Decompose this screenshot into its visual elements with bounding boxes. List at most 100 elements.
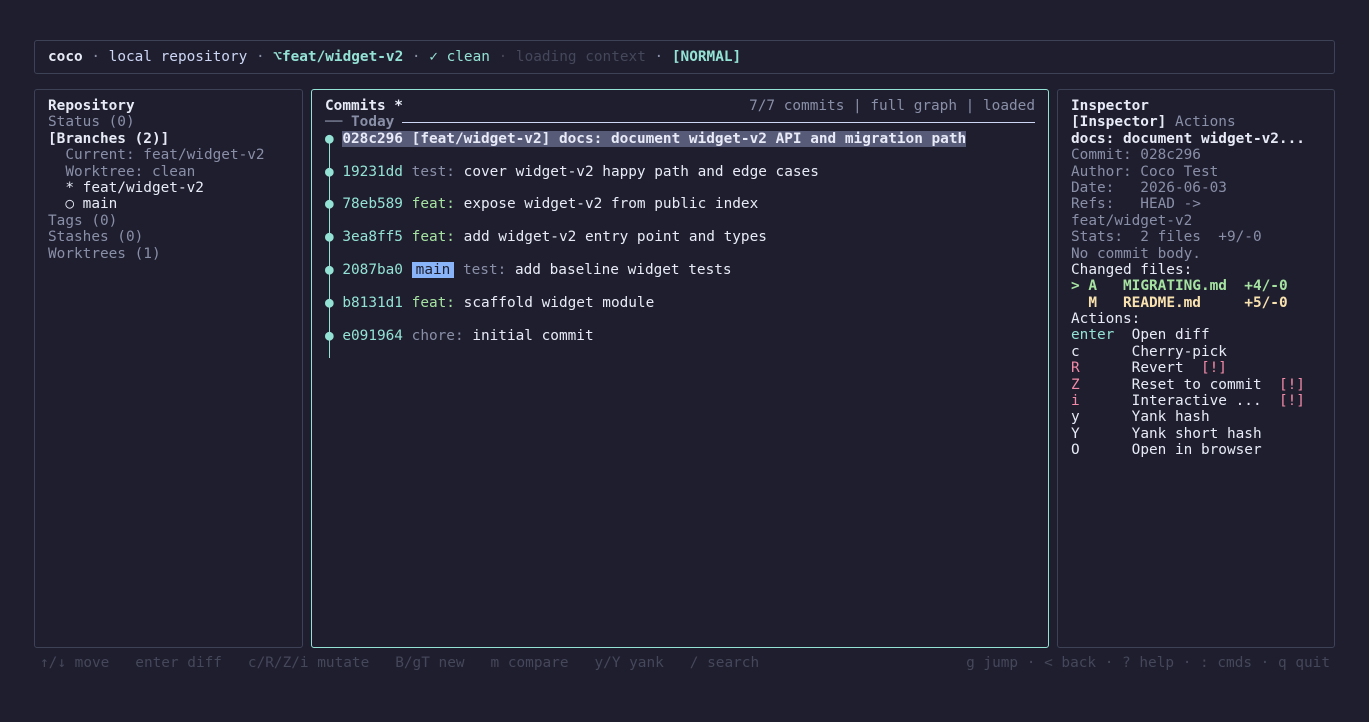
branch-item-main[interactable]: ○ main: [48, 196, 289, 212]
commit-row[interactable]: ● 028c296 [feat/widget-v2] docs: documen…: [325, 130, 1035, 164]
commit-hash: e091964: [342, 327, 403, 344]
tab-actions[interactable]: Actions: [1175, 114, 1236, 130]
commit-message: expose widget-v2 from public index: [463, 196, 759, 213]
sidebar-item-worktrees[interactable]: Worktrees (1): [48, 246, 289, 262]
commit-hash: 19231dd: [342, 163, 403, 180]
action-key: R: [1071, 360, 1080, 377]
date-group-label: ── Today: [325, 114, 395, 131]
sidebar-item-stashes[interactable]: Stashes (0): [48, 229, 289, 245]
action-yank-short-hash[interactable]: Y Yank short hash: [1071, 426, 1321, 442]
keybinding-footer: ↑/↓ move enter diff c/R/Z/i mutate B/gT …: [40, 655, 1330, 671]
sidebar-item-tags[interactable]: Tags (0): [48, 213, 289, 229]
tab-inspector[interactable]: [Inspector]: [1071, 114, 1166, 130]
warning-icon: [!]: [1200, 360, 1227, 377]
commit-row[interactable]: ● 78eb589 feat: expose widget-v2 from pu…: [325, 196, 1035, 229]
panel-title: Repository: [48, 98, 135, 114]
divider: [402, 122, 1035, 124]
action-label: Open diff: [1131, 327, 1210, 344]
commit-hash-detail: Commit: 028c296: [1071, 147, 1201, 164]
changed-file[interactable]: M README.md +5/-0: [1071, 295, 1321, 311]
action-open-diff[interactable]: enter Open diff: [1071, 327, 1321, 343]
action-interactive[interactable]: i Interactive ... [!]: [1071, 393, 1321, 409]
branch-item-feat-widget-v2[interactable]: * feat/widget-v2: [48, 180, 289, 196]
action-key: Z: [1071, 376, 1080, 393]
commit-message: add baseline widget tests: [514, 261, 732, 278]
graph-node-icon: ●: [325, 163, 343, 180]
warning-icon: [!]: [1278, 376, 1305, 393]
inspector-panel[interactable]: Inspector [Inspector] Actions docs: docu…: [1057, 89, 1335, 648]
commit-type: feat:: [411, 229, 455, 246]
commit-type: feat:: [411, 294, 455, 311]
commit-type: feat:: [411, 196, 455, 213]
action-key: c: [1071, 343, 1080, 360]
file-delta: +5/-0: [1244, 294, 1288, 311]
sidebar-item-branches[interactable]: [Branches (2)]: [48, 131, 289, 147]
commits-panel[interactable]: Commits * 7/7 commits | full graph | loa…: [311, 89, 1049, 648]
panel-title: Inspector: [1071, 98, 1149, 114]
action-key: O: [1071, 442, 1080, 459]
repository-panel[interactable]: Repository Status (0) [Branches (2)] Cur…: [34, 89, 303, 648]
commit-hash: 028c296: [342, 130, 403, 147]
action-label: Reset to commit: [1131, 376, 1262, 393]
branch-badge[interactable]: main: [411, 261, 455, 278]
commit-type: docs:: [558, 130, 603, 147]
commit-row[interactable]: ● 3ea8ff5 feat: add widget-v2 entry poin…: [325, 229, 1035, 262]
graph-node-icon: ●: [325, 130, 343, 147]
commit-message: add widget-v2 entry point and types: [463, 229, 767, 246]
action-label: Interactive ...: [1131, 393, 1262, 410]
commit-row[interactable]: ● e091964 chore: initial commit: [325, 328, 1035, 361]
warning-icon: [!]: [1278, 393, 1305, 410]
action-key: y: [1071, 409, 1080, 426]
actions-label: Actions:: [1071, 311, 1141, 328]
action-label: Revert: [1131, 360, 1184, 377]
commit-date: Date: 2026-06-03: [1071, 179, 1227, 196]
graph-node-icon: ●: [325, 261, 343, 278]
file-delta: +4/-0: [1244, 278, 1288, 295]
commit-body: No commit body.: [1071, 245, 1201, 262]
file-status: M: [1071, 294, 1097, 311]
changed-files-label: Changed files:: [1071, 261, 1193, 278]
commit-hash: 78eb589: [342, 196, 403, 213]
sidebar-item-status[interactable]: Status (0): [48, 114, 289, 130]
file-status: > A: [1071, 278, 1097, 295]
inspector-tabs: [Inspector] Actions: [1071, 114, 1321, 130]
commit-stats: Stats: 2 files +9/-0: [1071, 229, 1262, 246]
action-cherry-pick[interactable]: c Cherry-pick: [1071, 344, 1321, 360]
changed-file[interactable]: > A MIGRATING.md +4/-0: [1071, 278, 1321, 294]
commit-subject: docs: document widget-v2...: [1071, 130, 1305, 147]
action-open-browser[interactable]: O Open in browser: [1071, 442, 1321, 458]
clean-status: ✓ clean: [429, 49, 490, 65]
action-key: Y: [1071, 425, 1080, 442]
action-key: i: [1071, 393, 1080, 410]
commit-message: initial commit: [472, 327, 594, 344]
graph-node-icon: ●: [325, 327, 343, 344]
commit-row[interactable]: ● 19231dd test: cover widget-v2 happy pa…: [325, 164, 1035, 197]
mode-indicator: [NORMAL]: [671, 49, 742, 65]
commit-hash: 2087ba0: [342, 261, 403, 278]
repo-name: local repository: [108, 49, 248, 65]
commit-row[interactable]: ● 2087ba0 main test: add baseline widget…: [325, 261, 1035, 295]
commit-hash: 3ea8ff5: [342, 229, 403, 246]
action-revert[interactable]: R Revert [!]: [1071, 360, 1321, 376]
footer-hints-left: ↑/↓ move enter diff c/R/Z/i mutate B/gT …: [40, 655, 760, 671]
action-key: enter: [1071, 327, 1115, 344]
commit-row[interactable]: ● b8131d1 feat: scaffold widget module: [325, 295, 1035, 328]
graph-node-icon: ●: [325, 294, 343, 311]
commit-message: cover widget-v2 happy path and edge case…: [463, 163, 819, 180]
status-bar: coco · local repository · ⌥feat/widget-v…: [34, 40, 1335, 74]
action-yank-hash[interactable]: y Yank hash: [1071, 409, 1321, 425]
action-reset[interactable]: Z Reset to commit [!]: [1071, 377, 1321, 393]
panel-title: Commits *: [325, 98, 403, 114]
current-branch-info: Current: feat/widget-v2: [48, 147, 265, 164]
commit-message: document widget-v2 API and migration pat…: [610, 130, 967, 147]
commits-summary: 7/7 commits | full graph | loaded: [749, 98, 1035, 114]
loading-indicator: loading context: [515, 49, 646, 65]
commit-refs-branch: feat/widget-v2: [1071, 212, 1193, 229]
date-group-header: ── Today: [325, 114, 1035, 130]
action-label: Cherry-pick: [1131, 343, 1227, 360]
commit-type: test:: [411, 163, 455, 180]
graph-node-icon: ●: [325, 229, 343, 246]
app-name: coco: [48, 49, 83, 65]
commit-message: scaffold widget module: [463, 294, 655, 311]
action-label: Yank hash: [1131, 409, 1210, 426]
